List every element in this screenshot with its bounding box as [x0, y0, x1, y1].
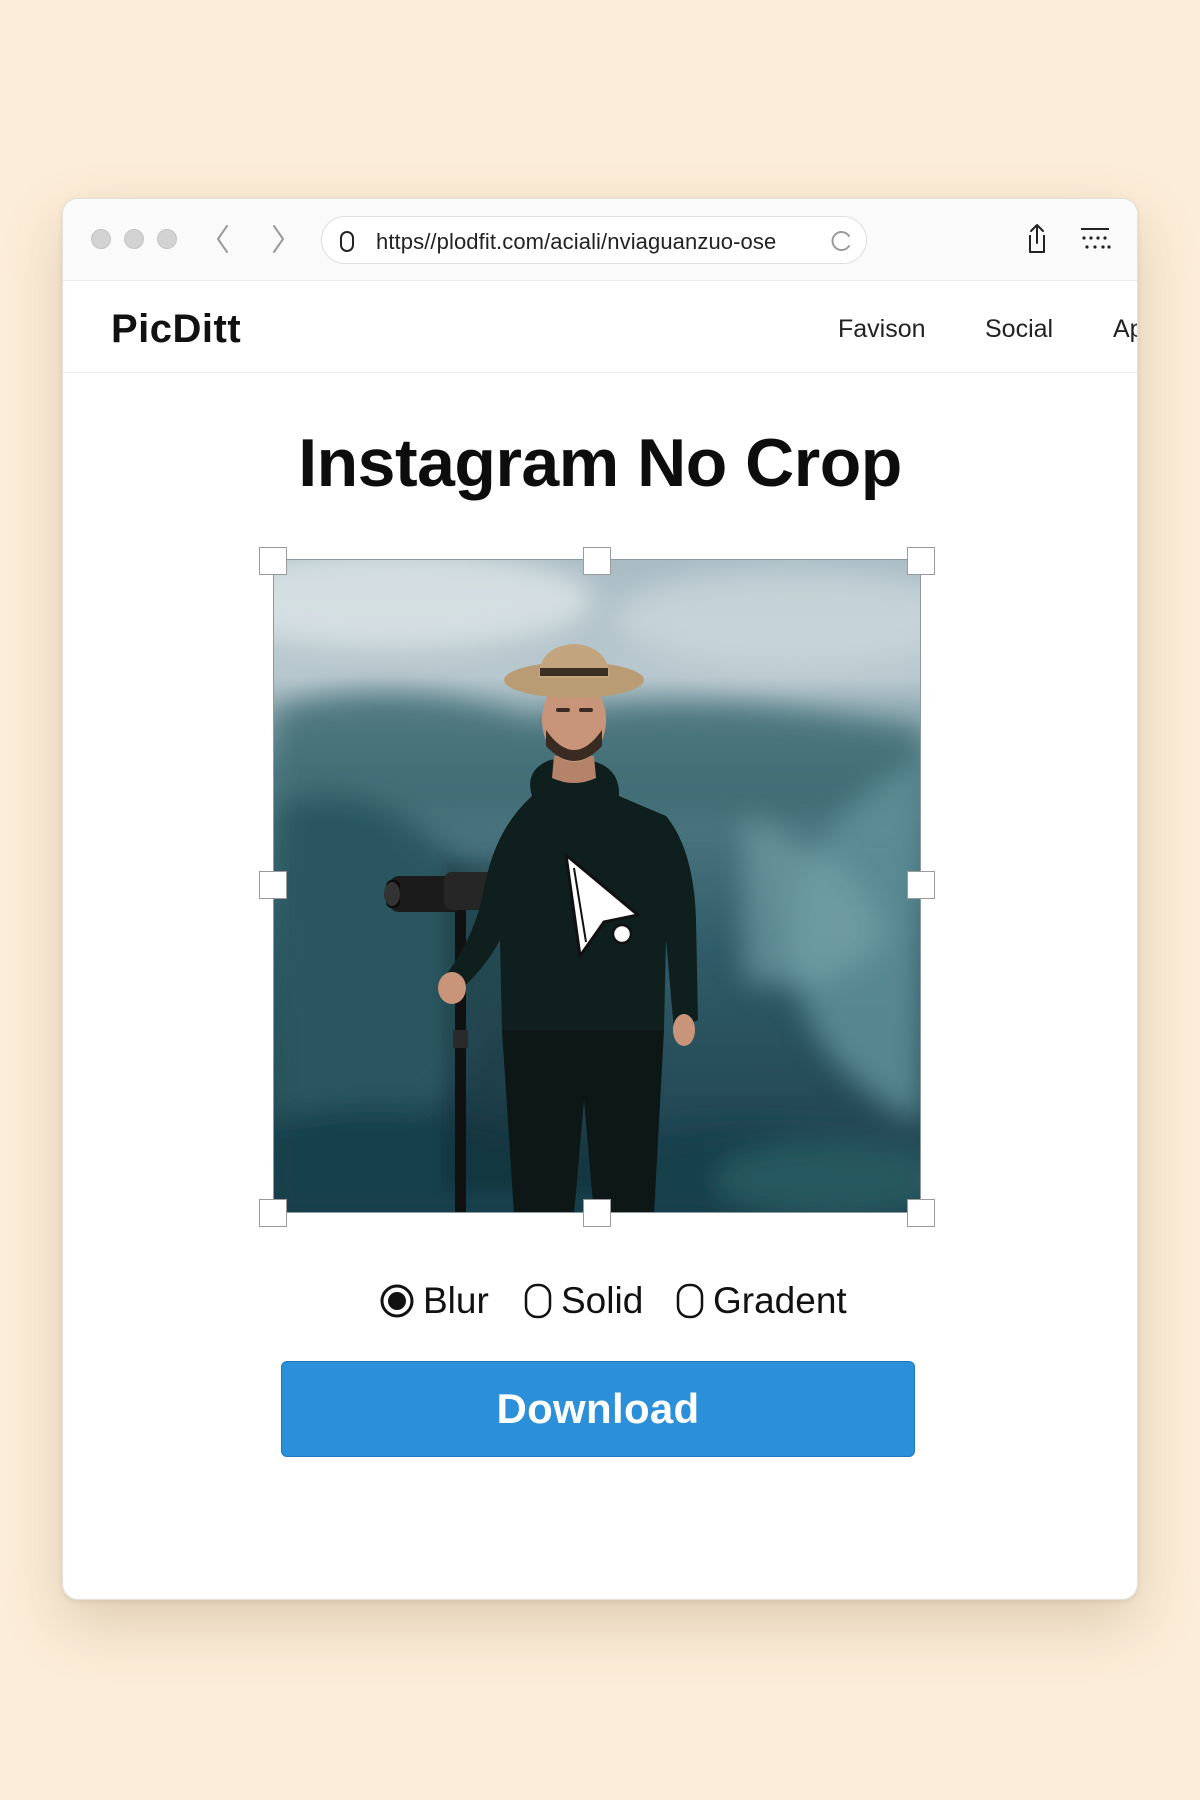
back-button[interactable] — [208, 221, 238, 257]
radio-unselected-icon[interactable] — [523, 1275, 553, 1325]
option-solid-label: Solid — [561, 1280, 644, 1321]
reload-icon[interactable] — [830, 229, 854, 253]
radio-unselected-icon[interactable] — [675, 1275, 705, 1325]
crop-handle-top-center[interactable] — [583, 547, 611, 575]
address-bar[interactable]: https//plodfit.com/aciali/nviaguanzuo-os… — [321, 216, 867, 264]
image-editor[interactable] — [259, 547, 935, 1227]
window-zoom-button[interactable] — [157, 229, 177, 249]
site-header: PicDitt Favison Social Ap — [63, 281, 1137, 373]
crop-handle-bottom-left[interactable] — [259, 1199, 287, 1227]
crop-handle-middle-left[interactable] — [259, 871, 287, 899]
option-blur-label: Blur — [423, 1280, 489, 1321]
nav-link-social[interactable]: Social — [985, 315, 1053, 344]
background-options: Blur Solid Gradent — [63, 1275, 1137, 1325]
window-minimize-button[interactable] — [124, 229, 144, 249]
chevron-left-icon — [217, 225, 228, 253]
browser-window: https//plodfit.com/aciali/nviaguanzuo-os… — [62, 198, 1138, 1600]
chevron-right-icon — [273, 225, 284, 253]
radio-selected-icon[interactable] — [379, 1275, 415, 1325]
option-gradient-label: Gradent — [713, 1280, 847, 1321]
crop-handle-bottom-right[interactable] — [907, 1199, 935, 1227]
browser-toolbar: https//plodfit.com/aciali/nviaguanzuo-os… — [63, 199, 1137, 281]
crop-handle-top-right[interactable] — [907, 547, 935, 575]
page-title: Instagram No Crop — [298, 425, 902, 501]
nav-link-ap[interactable]: Ap — [1113, 315, 1137, 344]
site-logo[interactable]: PicDitt — [111, 307, 241, 352]
forward-button[interactable] — [263, 221, 293, 257]
crop-handle-middle-right[interactable] — [907, 871, 935, 899]
shield-icon — [334, 227, 360, 255]
crop-handle-bottom-center[interactable] — [583, 1199, 611, 1227]
share-icon[interactable] — [1019, 221, 1055, 257]
menu-icon[interactable] — [1077, 221, 1113, 257]
nav-link-favison[interactable]: Favison — [838, 315, 926, 344]
url-text[interactable]: https//plodfit.com/aciali/nviaguanzuo-os… — [376, 229, 776, 255]
crop-handle-top-left[interactable] — [259, 547, 287, 575]
preview-image[interactable] — [273, 559, 921, 1213]
window-close-button[interactable] — [91, 229, 111, 249]
download-button[interactable]: Download — [281, 1361, 915, 1457]
